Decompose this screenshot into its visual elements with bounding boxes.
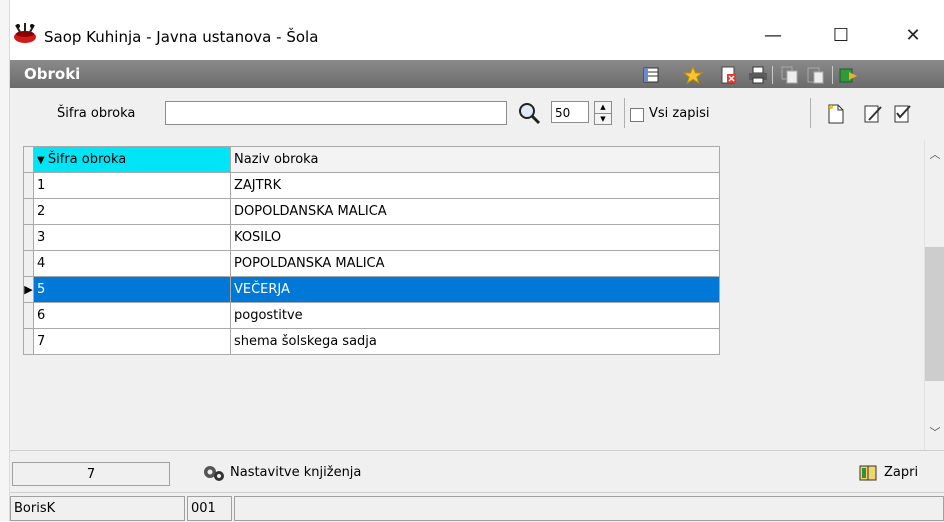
cell-code[interactable]: 4 [33, 250, 231, 277]
app-icon [14, 23, 36, 43]
record-count-stepper[interactable]: ▲ ▼ [594, 101, 612, 125]
gears-icon [204, 466, 224, 481]
close-button[interactable]: Zapri [856, 460, 918, 486]
edit-check-icon[interactable] [893, 103, 913, 125]
table-row[interactable]: 4 POPOLDANSKA MALICA [23, 250, 720, 277]
cell-code[interactable]: 6 [33, 302, 231, 329]
new-document-icon[interactable] [826, 103, 846, 125]
columns-icon[interactable] [642, 66, 662, 84]
cell-name[interactable]: VEČERJA [230, 276, 720, 303]
column-header-code-label: Šifra obroka [47, 152, 127, 167]
maximize-button[interactable]: ☐ [818, 20, 864, 52]
cell-code[interactable]: 2 [33, 198, 231, 225]
star-icon[interactable] [683, 66, 703, 84]
row-indicator[interactable] [23, 328, 34, 355]
all-records-checkbox[interactable] [630, 108, 644, 122]
cell-name[interactable]: POPOLDANSKA MALICA [230, 250, 720, 277]
vertical-scrollbar[interactable]: ︿ ﹀ [924, 140, 944, 450]
toolbar-separator [810, 98, 811, 128]
toolbar-separator [624, 98, 625, 128]
table-row[interactable]: 7 shema šolskega sadja [23, 328, 720, 355]
record-count-display: 7 [12, 462, 170, 486]
column-header-name[interactable]: Naziv obroka [230, 146, 720, 173]
close-label: Zapri [884, 465, 919, 480]
book-close-icon [859, 465, 877, 481]
copy-icon[interactable] [780, 66, 800, 84]
stepper-up-icon[interactable]: ▲ [595, 102, 611, 114]
posting-settings-button[interactable]: Nastavitve knjiženja [200, 460, 361, 486]
table-row-selected[interactable]: ▶ 5 VEČERJA [23, 276, 720, 303]
delete-doc-icon[interactable] [719, 66, 739, 84]
filter-input[interactable] [165, 101, 507, 125]
header-separator [832, 66, 833, 84]
cell-name[interactable]: KOSILO [230, 224, 720, 251]
header-separator [772, 66, 773, 84]
row-indicator-header [23, 146, 34, 173]
row-indicator[interactable] [23, 198, 34, 225]
column-header-name-label: Naziv obroka [234, 152, 319, 167]
paste-icon[interactable] [806, 66, 826, 84]
row-indicator[interactable] [23, 250, 34, 277]
edit-document-icon[interactable] [863, 103, 883, 125]
row-indicator[interactable] [23, 302, 34, 329]
window-edge [0, 0, 10, 521]
close-window-button[interactable]: ✕ [890, 20, 936, 52]
all-records-label: Vsi zapisi [649, 106, 710, 121]
stepper-down-icon[interactable]: ▼ [595, 114, 611, 125]
table-row[interactable]: 2 DOPOLDANSKA MALICA [23, 198, 720, 225]
current-row-indicator[interactable]: ▶ [23, 276, 34, 303]
meals-grid: ▼ Šifra obroka Naziv obroka 1 ZAJTRK 2 DOP… [23, 146, 720, 355]
status-user: BorisK [10, 496, 185, 521]
posting-settings-label: Nastavitve knjiženja [230, 465, 362, 480]
row-indicator[interactable] [23, 172, 34, 199]
record-count-field[interactable]: 50 [551, 101, 589, 123]
scroll-thumb[interactable] [925, 247, 944, 381]
section-title: Obroki [24, 65, 81, 83]
table-row[interactable]: 6 pogostitve [23, 302, 720, 329]
window-title: Saop Kuhinja - Javna ustanova - Šola [44, 28, 319, 46]
row-indicator[interactable] [23, 224, 34, 251]
cell-name[interactable]: pogostitve [230, 302, 720, 329]
printer-icon[interactable] [748, 66, 768, 84]
column-header-code[interactable]: ▼ Šifra obroka [33, 146, 231, 173]
cell-name[interactable]: DOPOLDANSKA MALICA [230, 198, 720, 225]
cell-code[interactable]: 5 [33, 276, 231, 303]
cell-name[interactable]: ZAJTRK [230, 172, 720, 199]
table-row[interactable]: 3 KOSILO [23, 224, 720, 251]
scroll-down-icon[interactable]: ﹀ [925, 424, 944, 440]
table-row[interactable]: 1 ZAJTRK [23, 172, 720, 199]
cell-code[interactable]: 7 [33, 328, 231, 355]
section-header: Obroki [10, 60, 944, 88]
filter-label: Šifra obroka [57, 106, 136, 121]
scroll-up-icon[interactable]: ︿ [925, 146, 944, 162]
status-message [234, 496, 944, 521]
search-icon[interactable] [517, 101, 543, 125]
cell-code[interactable]: 3 [33, 224, 231, 251]
cell-code[interactable]: 1 [33, 172, 231, 199]
book-arrow-icon[interactable] [838, 66, 858, 84]
cell-name[interactable]: shema šolskega sadja [230, 328, 720, 355]
minimize-button[interactable]: — [750, 20, 796, 52]
grid-header-row: ▼ Šifra obroka Naziv obroka [23, 146, 720, 173]
sort-desc-icon: ▼ [37, 155, 48, 166]
status-code: 001 [187, 496, 232, 521]
